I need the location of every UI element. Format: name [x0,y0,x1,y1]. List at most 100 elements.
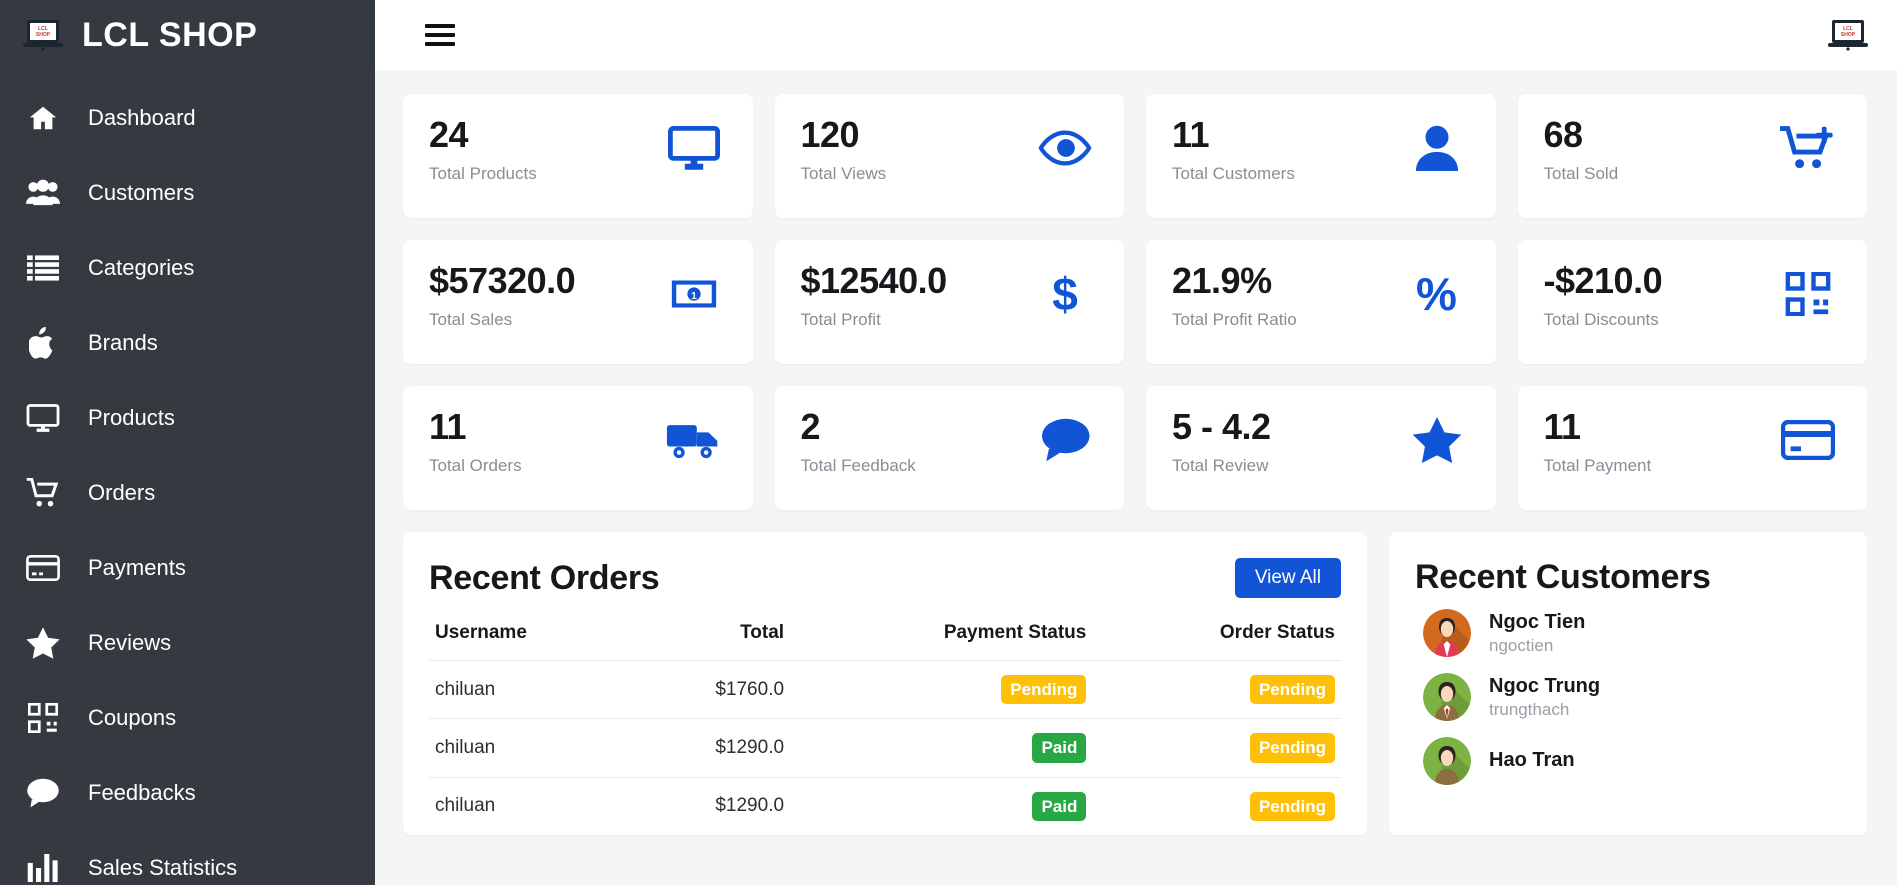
stat-card-total-feedback[interactable]: 2 Total Feedback [774,386,1124,510]
credit-card-icon [24,549,62,587]
stat-label: Total Sales [429,309,513,329]
sidebar-item-products[interactable]: Products [0,380,375,455]
stat-card-total-payment[interactable]: 11 Total Payment [1517,386,1867,510]
view-all-button[interactable]: View All [1234,558,1341,598]
stat-card-total-customers[interactable]: 11 Total Customers [1146,94,1496,218]
stat-label: Total Discounts [1543,309,1659,329]
stat-value: 24 [429,114,469,155]
desktop-icon [663,120,725,176]
sidebar-item-brands[interactable]: Brands [0,305,375,380]
customer-name: Hao Tran [1489,748,1575,771]
stat-card-total-orders[interactable]: 11 Total Orders [403,386,753,510]
cell-payment-status: Pending [790,659,1093,719]
svg-text:SHOP: SHOP [1841,32,1856,38]
stat-value: 2 [800,406,821,447]
laptop-icon: LCL SHOP [22,18,64,52]
stat-label: Total Sold [1543,163,1619,183]
laptop-avatar-icon[interactable]: LCL SHOP [1827,17,1869,53]
sidebar-item-feedbacks[interactable]: Feedbacks [0,755,375,830]
sidebar-item-label: Feedbacks [88,779,196,805]
recent-orders-header: Recent Orders View All [429,558,1341,598]
column-header-username: Username [435,622,527,643]
stat-value: 11 [1543,406,1582,447]
topbar: LCL SHOP [375,0,1897,70]
stat-card-total-sales[interactable]: $57320.0 Total Sales 1 [403,240,753,364]
status-badge: Pending [1001,675,1087,705]
stat-cards-row-2: $57320.0 Total Sales 1 $12540.0 Total Pr… [403,240,1867,364]
stat-card-total-profit-ratio[interactable]: 21.9% Total Profit Ratio % [1146,240,1496,364]
list-item[interactable]: Ngoc Tien ngoctien [1415,601,1841,665]
sidebar-item-categories[interactable]: Categories [0,230,375,305]
customer-username: trungthach [1489,699,1570,719]
stat-label: Total Orders [429,455,522,475]
stat-label: Total Payment [1543,455,1652,475]
sidebar-item-label: Payments [88,554,186,580]
stat-value: $12540.0 [800,260,948,301]
list-icon [24,249,62,287]
sidebar-item-orders[interactable]: Orders [0,455,375,530]
cell-payment-status: Paid [790,776,1093,835]
sidebar-item-coupons[interactable]: Coupons [0,680,375,755]
cart-plus-icon [1777,120,1839,176]
status-badge: Paid [1032,733,1087,763]
page-title: Recent Orders [429,558,660,597]
cell-total: $1290.0 [632,718,791,777]
cell-total: $1290.0 [632,776,791,835]
list-item[interactable]: Hao Tran [1415,729,1841,793]
qrcode-icon [1777,266,1839,322]
stat-label: Total Customers [1172,163,1295,183]
sidebar-nav: Dashboard Customers Categories Brands Pr… [0,80,375,885]
sidebar-item-label: Orders [88,479,156,505]
cart-icon [24,474,62,512]
sidebar-item-label: Coupons [88,704,177,730]
cell-username: chiluan [429,659,633,719]
customer-name: Ngoc Trung [1489,674,1601,697]
stat-value: 68 [1543,114,1584,155]
customer-username: ngoctien [1489,635,1554,655]
table-row[interactable]: chiluan $1290.0 Paid Pending [429,718,1341,777]
sidebar-item-customers[interactable]: Customers [0,155,375,230]
cell-order-status: Pending [1092,718,1341,777]
sidebar-item-sales-statistics[interactable]: Sales Statistics [0,830,375,885]
desktop-icon [24,399,62,437]
customer-name: Ngoc Tien [1489,610,1586,633]
page-title: Recent Customers [1415,558,1711,596]
table-row[interactable]: chiluan $1290.0 Paid Pending [429,776,1341,835]
stat-label: Total Profit [800,309,881,329]
star-icon [1406,412,1468,468]
sidebar: LCL SHOP LCL SHOP Dashboard Customers Ca… [0,0,375,885]
status-badge: Pending [1249,791,1335,821]
list-item[interactable]: Ngoc Trung trungthach [1415,665,1841,729]
stat-card-total-discounts[interactable]: -$210.0 Total Discounts [1517,240,1867,364]
app-root: LCL SHOP LCL SHOP Dashboard Customers Ca… [0,0,1897,885]
table-row[interactable]: chiluan $1760.0 Pending Pending [429,659,1341,719]
stat-label: Total Views [800,163,887,183]
star-icon [24,624,62,662]
user-icon [1406,120,1468,176]
stat-card-total-views[interactable]: 120 Total Views [774,94,1124,218]
sidebar-item-payments[interactable]: Payments [0,530,375,605]
hamburger-icon[interactable] [425,24,455,46]
brand[interactable]: LCL SHOP LCL SHOP [0,0,375,70]
recent-customers-panel: Recent Customers Ngoc Tien ngoctien Ngoc… [1389,532,1867,835]
eye-icon [1034,120,1096,176]
stat-value: 21.9% [1172,260,1272,301]
bottom-panels: Recent Orders View All Username Total Pa… [403,532,1867,835]
stat-value: 120 [800,114,860,155]
stat-card-total-profit[interactable]: $12540.0 Total Profit $ [774,240,1124,364]
cell-username: chiluan [429,776,633,835]
stat-cards-row-3: 11 Total Orders 2 Total Feedback 5 - 4.2… [403,386,1867,510]
sidebar-item-label: Brands [88,329,158,355]
stat-value: -$210.0 [1543,260,1663,301]
stat-value: $57320.0 [429,260,576,301]
stat-card-total-sold[interactable]: 68 Total Sold [1517,94,1867,218]
percent-icon: % [1416,268,1457,320]
sidebar-item-label: Products [88,404,175,430]
svg-text:SHOP: SHOP [36,32,51,38]
table-header-row: Username Total Payment Status Order Stat… [429,614,1341,661]
stat-card-total-products[interactable]: 24 Total Products [403,94,753,218]
sidebar-item-reviews[interactable]: Reviews [0,605,375,680]
sidebar-item-dashboard[interactable]: Dashboard [0,80,375,155]
money-bill-icon: 1 [663,266,725,322]
stat-card-total-review[interactable]: 5 - 4.2 Total Review [1146,386,1496,510]
